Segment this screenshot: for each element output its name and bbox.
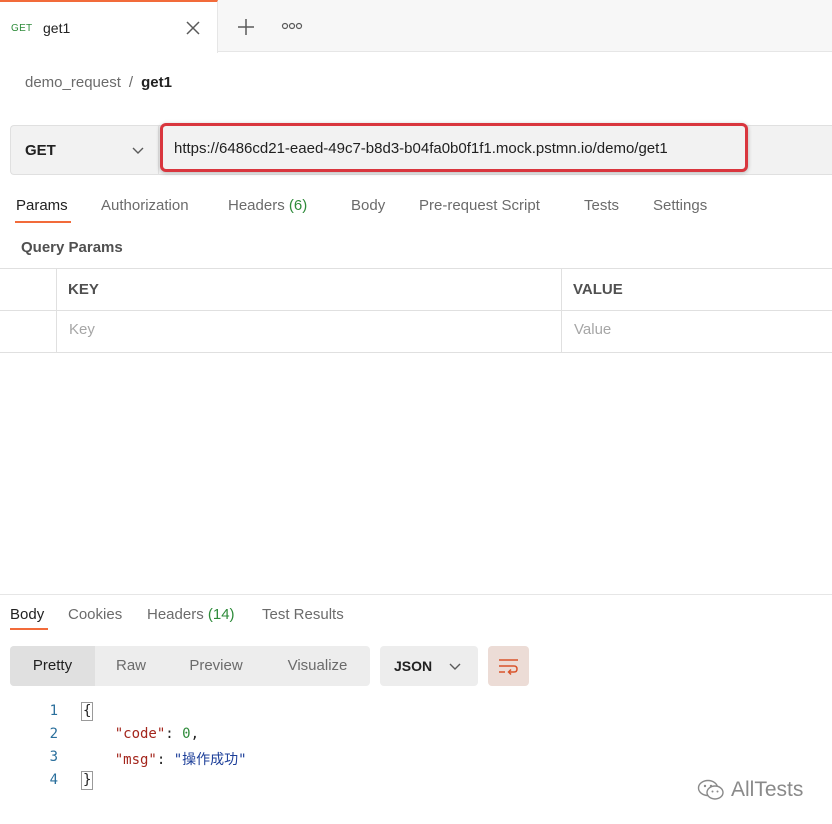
code-line: "msg": "操作成功" bbox=[114, 752, 247, 768]
json-key: "msg" bbox=[114, 752, 157, 768]
close-brace: } bbox=[81, 771, 94, 790]
query-params-title: Query Params bbox=[21, 239, 123, 256]
response-divider bbox=[0, 594, 832, 595]
line-number: 3 bbox=[49, 749, 58, 765]
response-tab-headers[interactable]: Headers (14) bbox=[147, 606, 235, 623]
response-tab-body[interactable]: Body bbox=[10, 606, 44, 623]
format-select[interactable]: JSON bbox=[380, 646, 478, 686]
json-key: "code" bbox=[114, 726, 166, 742]
code-line: { bbox=[81, 702, 94, 721]
table-header-row: KEY VALUE bbox=[0, 269, 832, 311]
tab-bar: GET get1 bbox=[0, 0, 832, 53]
response-tab-cookies[interactable]: Cookies bbox=[68, 606, 122, 623]
line-number: 1 bbox=[49, 703, 58, 719]
wrap-lines-icon bbox=[499, 659, 518, 676]
tab-body[interactable]: Body bbox=[351, 197, 385, 214]
value-input[interactable]: Value bbox=[574, 321, 611, 338]
breadcrumb-separator: / bbox=[128, 74, 134, 91]
code-line: "code": 0, bbox=[114, 726, 200, 742]
watermark-text: AllTests bbox=[731, 778, 804, 801]
key-input[interactable]: Key bbox=[69, 321, 95, 338]
json-number: 0 bbox=[182, 726, 191, 742]
method-label: GET bbox=[25, 142, 56, 159]
line-number: 2 bbox=[49, 726, 58, 742]
tab-pre-request-script[interactable]: Pre-request Script bbox=[419, 197, 540, 214]
active-tab-indicator bbox=[15, 221, 71, 223]
request-tabs: Params Authorization Headers (6) Body Pr… bbox=[0, 192, 832, 224]
tab-authorization[interactable]: Authorization bbox=[101, 197, 189, 214]
request-tab[interactable]: GET get1 bbox=[0, 0, 218, 53]
active-response-tab-indicator bbox=[10, 628, 48, 630]
wrap-lines-button[interactable] bbox=[488, 646, 529, 686]
breadcrumb: demo_request / get1 bbox=[25, 74, 172, 91]
chevron-down-icon bbox=[132, 147, 144, 154]
response-tab-test-results[interactable]: Test Results bbox=[262, 606, 344, 623]
tab-tests[interactable]: Tests bbox=[584, 197, 619, 214]
tab-title: get1 bbox=[43, 20, 71, 36]
wechat-icon bbox=[697, 779, 724, 800]
column-divider bbox=[56, 269, 57, 353]
url-text: https://6486cd21-eaed-49c7-b8d3-b04fa0b0… bbox=[174, 140, 668, 157]
value-column-header: VALUE bbox=[573, 281, 623, 298]
breadcrumb-request[interactable]: get1 bbox=[141, 74, 172, 91]
column-divider bbox=[561, 269, 562, 353]
method-select[interactable]: GET bbox=[11, 126, 159, 174]
view-mode-visualize[interactable]: Visualize bbox=[265, 646, 370, 686]
url-input[interactable]: https://6486cd21-eaed-49c7-b8d3-b04fa0b0… bbox=[160, 123, 748, 172]
plus-icon[interactable] bbox=[236, 17, 256, 37]
close-icon[interactable] bbox=[184, 19, 202, 37]
response-headers-count: (14) bbox=[207, 606, 235, 623]
tab-headers[interactable]: Headers (6) bbox=[228, 197, 307, 214]
headers-count: (6) bbox=[288, 197, 308, 214]
line-number: 4 bbox=[49, 772, 58, 788]
view-mode-raw[interactable]: Raw bbox=[95, 646, 167, 686]
tab-params[interactable]: Params bbox=[16, 197, 68, 214]
breadcrumb-collection[interactable]: demo_request bbox=[25, 74, 121, 91]
more-options-icon[interactable] bbox=[281, 20, 303, 32]
key-column-header: KEY bbox=[68, 281, 99, 298]
chevron-down-icon bbox=[449, 663, 461, 670]
open-brace: { bbox=[81, 702, 94, 721]
tab-settings[interactable]: Settings bbox=[653, 197, 707, 214]
json-string: "操作成功" bbox=[173, 752, 247, 768]
view-mode-pretty[interactable]: Pretty bbox=[10, 646, 95, 686]
view-mode-preview[interactable]: Preview bbox=[167, 646, 265, 686]
tab-method-badge: GET bbox=[11, 23, 33, 34]
view-mode-switcher: Pretty Raw Preview Visualize bbox=[10, 646, 370, 686]
format-label: JSON bbox=[394, 658, 433, 674]
query-params-table: KEY VALUE Key Value bbox=[0, 268, 832, 353]
code-line: } bbox=[81, 771, 94, 790]
